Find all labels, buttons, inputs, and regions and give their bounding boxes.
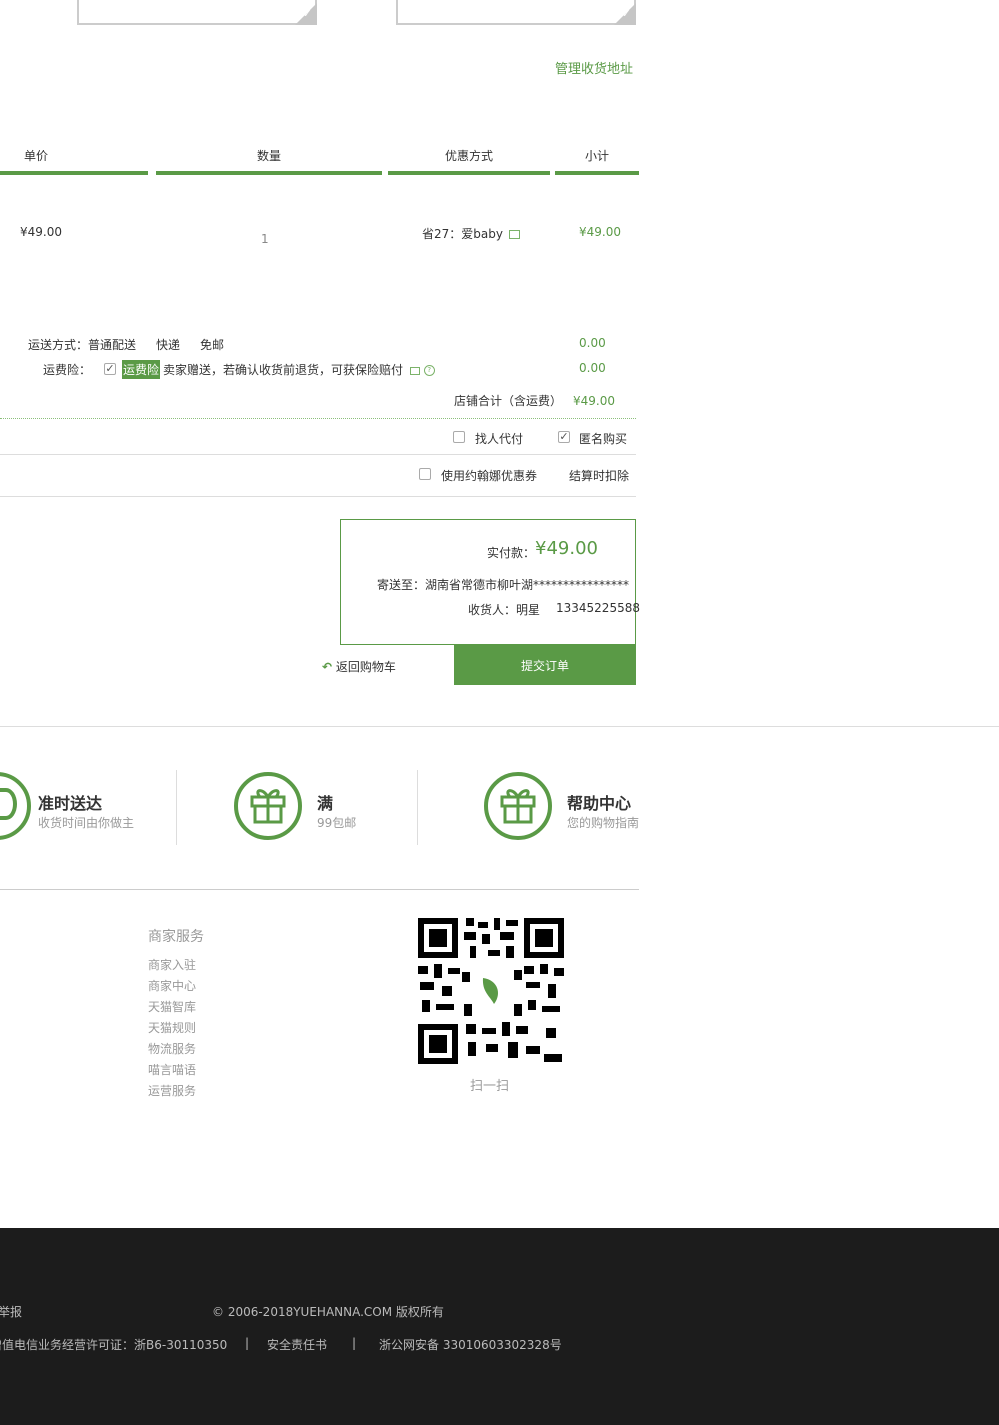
insurance-tag: 运费险 [122,360,161,379]
feature-separator [417,770,418,845]
return-arrow-icon: ↶ [322,660,333,674]
address-card-1[interactable]: ✓ [77,0,317,25]
item-discount-text: 省27：爱baby [422,227,503,241]
paid-amount: ¥49.00 [535,538,598,559]
message-icon[interactable] [508,230,520,239]
shipping-free-option[interactable]: 免邮 [200,336,224,353]
header-price: 单价 [0,147,148,175]
coupon-checkbox[interactable] [419,468,431,480]
anonymous-label: 匿名购买 [579,432,628,446]
item-discount: 省27：爱baby [422,225,520,242]
back-to-cart-label: 返回购物车 [335,660,396,674]
copyright: © 2006-2018YUEHANNA.COM 版权所有 [212,1305,444,1319]
clock-icon [0,772,31,840]
header-price-label: 单价 [24,149,49,163]
report-link[interactable]: 举报 [0,1303,22,1320]
shipping-method-label: 运送方式：普通配送 [28,338,137,352]
merchant-link[interactable]: 物流服务 [148,1040,196,1057]
insurance-desc: 卖家赠送，若确认收货前退货，可获保险赔付 ? [163,361,435,378]
feature-title-3: 帮助中心 [567,794,632,813]
shipping-express-option[interactable]: 快递 [156,336,180,353]
footer-separator: | [245,1336,250,1350]
store-divider [0,418,636,420]
receiver-phone: 13345225588 [556,601,640,615]
insurance-checkbox[interactable]: ✓ [104,363,116,375]
clock-arrow [0,788,17,820]
store-total-value: ¥49.00 [573,394,615,408]
coupon-divider [0,496,636,497]
feature-sub-3: 您的购物指南 [567,816,640,830]
feature-title-2: 满 [317,794,334,813]
safety-link[interactable]: 安全责任书 [267,1336,327,1353]
submit-order-label: 提交订单 [520,659,569,673]
ship-to: 寄送至：湖南省常德市柳叶湖**************** [377,578,630,592]
pay-for-me-checkbox[interactable] [453,431,465,443]
header-discount-label: 优惠方式 [444,149,493,163]
gift-icon [234,772,302,840]
submit-order-button[interactable]: 提交订单 [454,645,636,685]
paid-label: 实付款： [487,546,536,560]
merchant-title: 商家服务 [148,929,204,945]
merchant-link[interactable]: 商家中心 [148,977,196,994]
header-bar [555,171,639,175]
merchant-link[interactable]: 商家入驻 [148,956,196,973]
header-bar [0,171,148,175]
back-to-cart-link[interactable]: ↶ 返回购物车 [322,658,396,675]
coupon-note: 结算时扣除 [569,469,630,483]
gift-icon-svg [250,789,286,824]
merchant-link[interactable]: 天猫智库 [148,998,196,1015]
item-subtotal: ¥49.00 [579,225,621,239]
license-text: 增值电信业务经营许可证：浙B6-30110350 [0,1338,228,1352]
manage-address-link[interactable]: 管理收货地址 [555,58,633,77]
header-bar [156,171,382,175]
shipping-method-fee: 0.00 [579,336,606,350]
header-discount: 优惠方式 [388,147,550,175]
feature-separator [176,770,177,845]
header-quantity: 数量 [156,147,382,175]
item-price: ¥49.00 [20,225,62,239]
feature-sub-1: 收货时间由你做主 [38,816,135,830]
qr-caption: 扫一扫 [470,1079,510,1094]
gift-icon-svg [500,789,536,824]
options-divider [0,454,636,455]
merchant-link[interactable]: 天猫规则 [148,1019,196,1036]
check-icon: ✓ [302,7,312,20]
insurance-label: 运费险： [43,363,92,377]
footer: 举报 © 2006-2018YUEHANNA.COM 版权所有 增值电信业务经营… [0,1228,999,1425]
receiver: 收货人：明星 [468,603,541,617]
header-bar [388,171,550,175]
feature-sub-2: 99包邮 [317,816,357,830]
header-subtotal: 小计 [555,147,639,175]
header-subtotal-label: 小计 [584,149,609,163]
footer-separator: | [352,1336,357,1350]
feature-divider [0,889,639,890]
pay-for-me-label: 找人代付 [475,432,524,446]
item-quantity: 1 [261,232,269,246]
check-icon: ✓ [621,7,631,20]
address-card-2[interactable]: ✓ [396,0,636,25]
store-total-label: 店铺合计（含运费） [454,394,563,408]
police-link[interactable]: 浙公网安备 33010603302328号 [379,1336,562,1353]
insurance-fee: 0.00 [579,361,606,375]
help-icon[interactable]: ? [423,365,435,376]
gift-icon [484,772,552,840]
feature-title-1: 准时送达 [38,794,103,813]
anonymous-checkbox[interactable]: ✓ [558,431,570,443]
merchant-link[interactable]: 喵言喵语 [148,1061,196,1078]
qr-code-icon [416,916,566,1066]
header-quantity-label: 数量 [256,149,281,163]
merchant-link[interactable]: 运营服务 [148,1082,196,1099]
message-icon[interactable] [409,366,420,375]
coupon-label: 使用约翰娜优惠券 [441,469,538,483]
insurance-desc-text: 卖家赠送，若确认收货前退货，可获保险赔付 [163,363,404,377]
section-divider [0,726,999,727]
